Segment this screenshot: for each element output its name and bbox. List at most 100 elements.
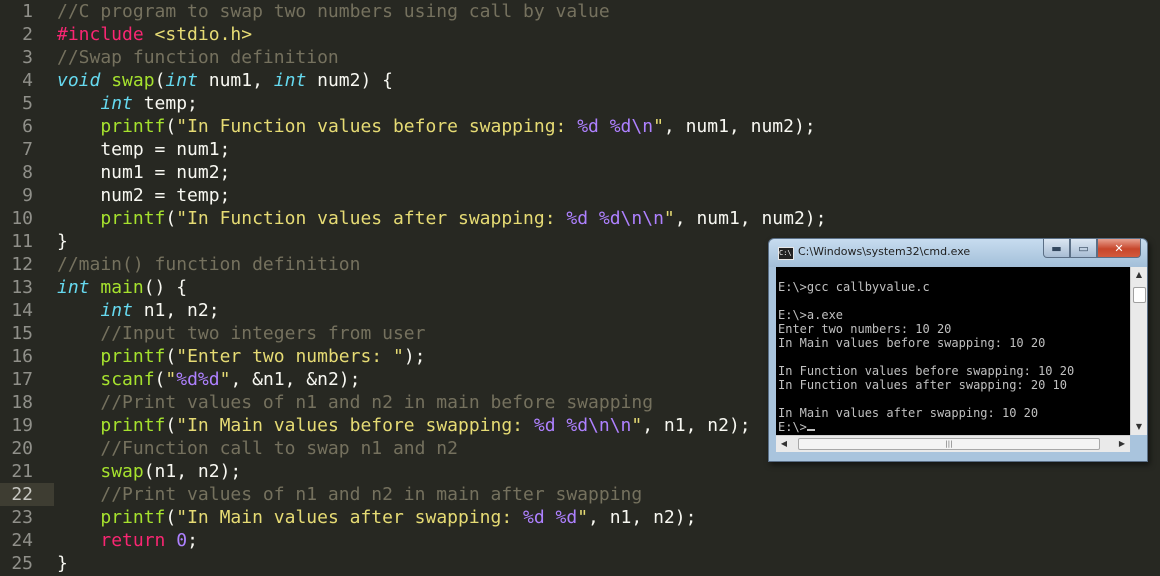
- close-button[interactable]: ✕: [1097, 239, 1141, 258]
- code-token: ": [165, 369, 177, 390]
- code-token: ": [631, 415, 643, 436]
- code-token: 0: [176, 530, 188, 551]
- code-token: , num1, num2);: [674, 208, 827, 229]
- maximize-button[interactable]: ▭: [1070, 239, 1097, 258]
- code-line[interactable]: 22 //Print values of n1 and n2 in main a…: [0, 483, 1160, 506]
- console-line: E:\>a.exe: [778, 308, 844, 322]
- cmd-window-icon[interactable]: C:\: [778, 247, 794, 260]
- console-line: In Main values after swapping: 10 20: [778, 406, 1039, 420]
- console-line: Enter two numbers: 10 20: [778, 322, 952, 336]
- code-line[interactable]: 10 printf("In Function values after swap…: [0, 207, 1160, 230]
- line-number: 3: [22, 47, 33, 68]
- code-token: (: [154, 70, 166, 91]
- code-token: (: [165, 208, 177, 229]
- code-token: );: [403, 346, 426, 367]
- line-number: 25: [11, 553, 33, 574]
- code-line[interactable]: 25}: [0, 552, 1160, 575]
- code-text: void swap(int num1, int num2) {: [57, 70, 393, 92]
- line-number: 11: [11, 231, 33, 252]
- scroll-down-icon[interactable]: ▼: [1131, 419, 1147, 435]
- code-text: }: [57, 231, 68, 253]
- cmd-console[interactable]: E:\>gcc callbyvalue.c E:\>a.exe Enter two …: [776, 267, 1130, 435]
- line-number: 5: [22, 93, 33, 114]
- code-token: printf: [100, 346, 166, 367]
- code-line[interactable]: 6 printf("In Function values before swap…: [0, 115, 1160, 138]
- code-text: int temp;: [57, 93, 198, 115]
- line-number: 18: [11, 392, 33, 413]
- code-token: "In Main values after swapping:: [176, 507, 524, 528]
- code-text: //main() function definition: [57, 254, 360, 276]
- code-line[interactable]: 21 swap(n1, n2);: [0, 460, 1160, 483]
- code-line[interactable]: 5 int temp;: [0, 92, 1160, 115]
- console-prompt[interactable]: E:\>: [778, 420, 1074, 434]
- prompt-text: E:\>: [778, 420, 807, 434]
- minimize-button[interactable]: ▬: [1043, 239, 1070, 258]
- line-number: 4: [22, 70, 33, 91]
- line-number: 14: [11, 300, 33, 321]
- code-text: //Print values of n1 and n2 in main afte…: [57, 484, 642, 506]
- code-token: printf: [100, 208, 166, 229]
- code-token: int: [100, 93, 133, 114]
- code-text: //Swap function definition: [57, 47, 339, 69]
- code-line[interactable]: 9 num2 = temp;: [0, 184, 1160, 207]
- scroll-left-icon[interactable]: ◀: [776, 436, 792, 452]
- code-text: #include <stdio.h>: [57, 24, 252, 46]
- vertical-scrollbar[interactable]: ▲ ▼: [1130, 267, 1147, 435]
- code-token: void: [57, 70, 101, 91]
- code-text: //C program to swap two numbers using ca…: [57, 1, 610, 23]
- code-text: num2 = temp;: [57, 185, 230, 207]
- cmd-window-title: C:\Windows\system32\cmd.exe: [798, 245, 971, 258]
- line-number: 9: [22, 185, 33, 206]
- scroll-up-icon[interactable]: ▲: [1131, 267, 1147, 283]
- code-text: //Function call to swap n1 and n2: [57, 438, 458, 460]
- code-token: "In Function values before swapping:: [176, 116, 578, 137]
- code-token: num2) {: [306, 70, 393, 91]
- code-token: ": [577, 507, 589, 528]
- code-line[interactable]: 3 //Swap function definition: [0, 46, 1160, 69]
- cmd-window[interactable]: C:\ C:\Windows\system32\cmd.exe ▬ ▭ ✕ E:…: [768, 238, 1148, 462]
- code-text: }: [57, 553, 68, 575]
- code-token: printf: [100, 116, 166, 137]
- code-token: temp;: [132, 93, 198, 114]
- horizontal-scroll-thumb[interactable]: |||: [798, 438, 1100, 450]
- line-number: 2: [22, 24, 33, 45]
- code-token: () {: [143, 277, 188, 298]
- code-text: int main() {: [57, 277, 187, 299]
- horizontal-scrollbar[interactable]: ◀ ||| ▶: [776, 435, 1130, 452]
- code-token: n1, n2;: [132, 300, 220, 321]
- code-line[interactable]: 8 num1 = num2;: [0, 161, 1160, 184]
- code-line[interactable]: 23 printf("In Main values after swapping…: [0, 506, 1160, 529]
- line-number: 17: [11, 369, 33, 390]
- code-token: //Function call to swap n1 and n2: [100, 438, 458, 459]
- line-number: 22: [11, 484, 33, 505]
- code-line[interactable]: 7 temp = num1;: [0, 138, 1160, 161]
- code-token: //main() function definition: [57, 254, 361, 275]
- code-token: int: [100, 300, 133, 321]
- code-line[interactable]: 4 void swap(int num1, int num2) {: [0, 69, 1160, 92]
- code-text: //Input two integers from user: [57, 323, 425, 345]
- code-token: printf: [100, 507, 166, 528]
- code-token: temp = num1;: [57, 139, 231, 160]
- scroll-right-icon[interactable]: ▶: [1114, 436, 1130, 452]
- vertical-scroll-thumb[interactable]: [1133, 287, 1146, 303]
- line-number: 16: [11, 346, 33, 367]
- code-line[interactable]: 24 return 0;: [0, 529, 1160, 552]
- code-line[interactable]: 2 #include <stdio.h>: [0, 23, 1160, 46]
- code-token: %d%d: [176, 369, 220, 390]
- code-token: %d %d: [523, 507, 578, 528]
- code-text: printf("In Main values after swapping: %…: [57, 507, 696, 529]
- code-line[interactable]: 1 //C program to swap two numbers using c…: [0, 0, 1160, 23]
- code-token: (: [165, 346, 177, 367]
- line-number: 13: [11, 277, 33, 298]
- text-cursor: [806, 429, 815, 431]
- code-token: "In Main values before swapping:: [176, 415, 534, 436]
- cmd-titlebar[interactable]: C:\ C:\Windows\system32\cmd.exe ▬ ▭ ✕: [769, 239, 1147, 267]
